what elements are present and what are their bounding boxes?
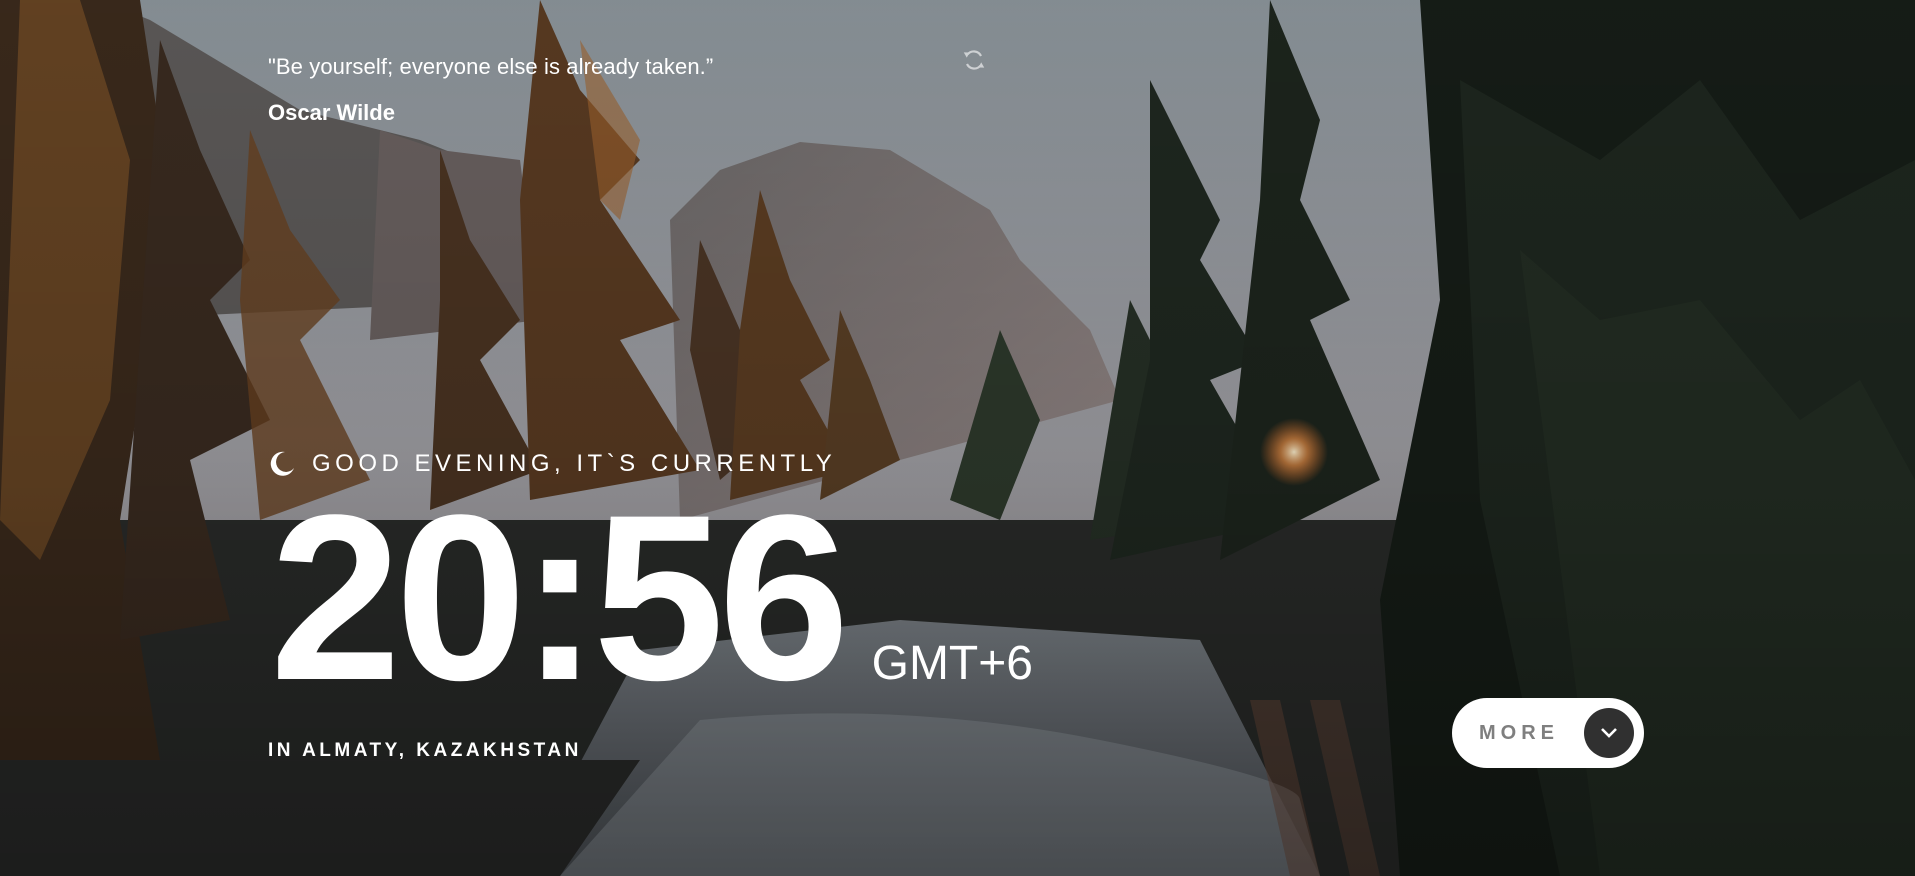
- chevron-down-icon: [1584, 708, 1634, 758]
- app-background: "Be yourself; everyone else is already t…: [0, 0, 1915, 876]
- quote-block: "Be yourself; everyone else is already t…: [268, 52, 1028, 126]
- clock-timezone: GMT+6: [871, 637, 1033, 690]
- more-button-label: MORE: [1479, 721, 1559, 744]
- clock-time: 20:56: [270, 466, 850, 730]
- clock: 20:56 GMT+6: [270, 480, 1033, 716]
- location-text: IN ALMATY, KAZAKHSTAN: [268, 740, 582, 761]
- quote-author: Oscar Wilde: [268, 100, 395, 125]
- more-button[interactable]: MORE: [1452, 698, 1644, 768]
- quote-text: "Be yourself; everyone else is already t…: [268, 54, 714, 79]
- refresh-icon[interactable]: [962, 48, 986, 72]
